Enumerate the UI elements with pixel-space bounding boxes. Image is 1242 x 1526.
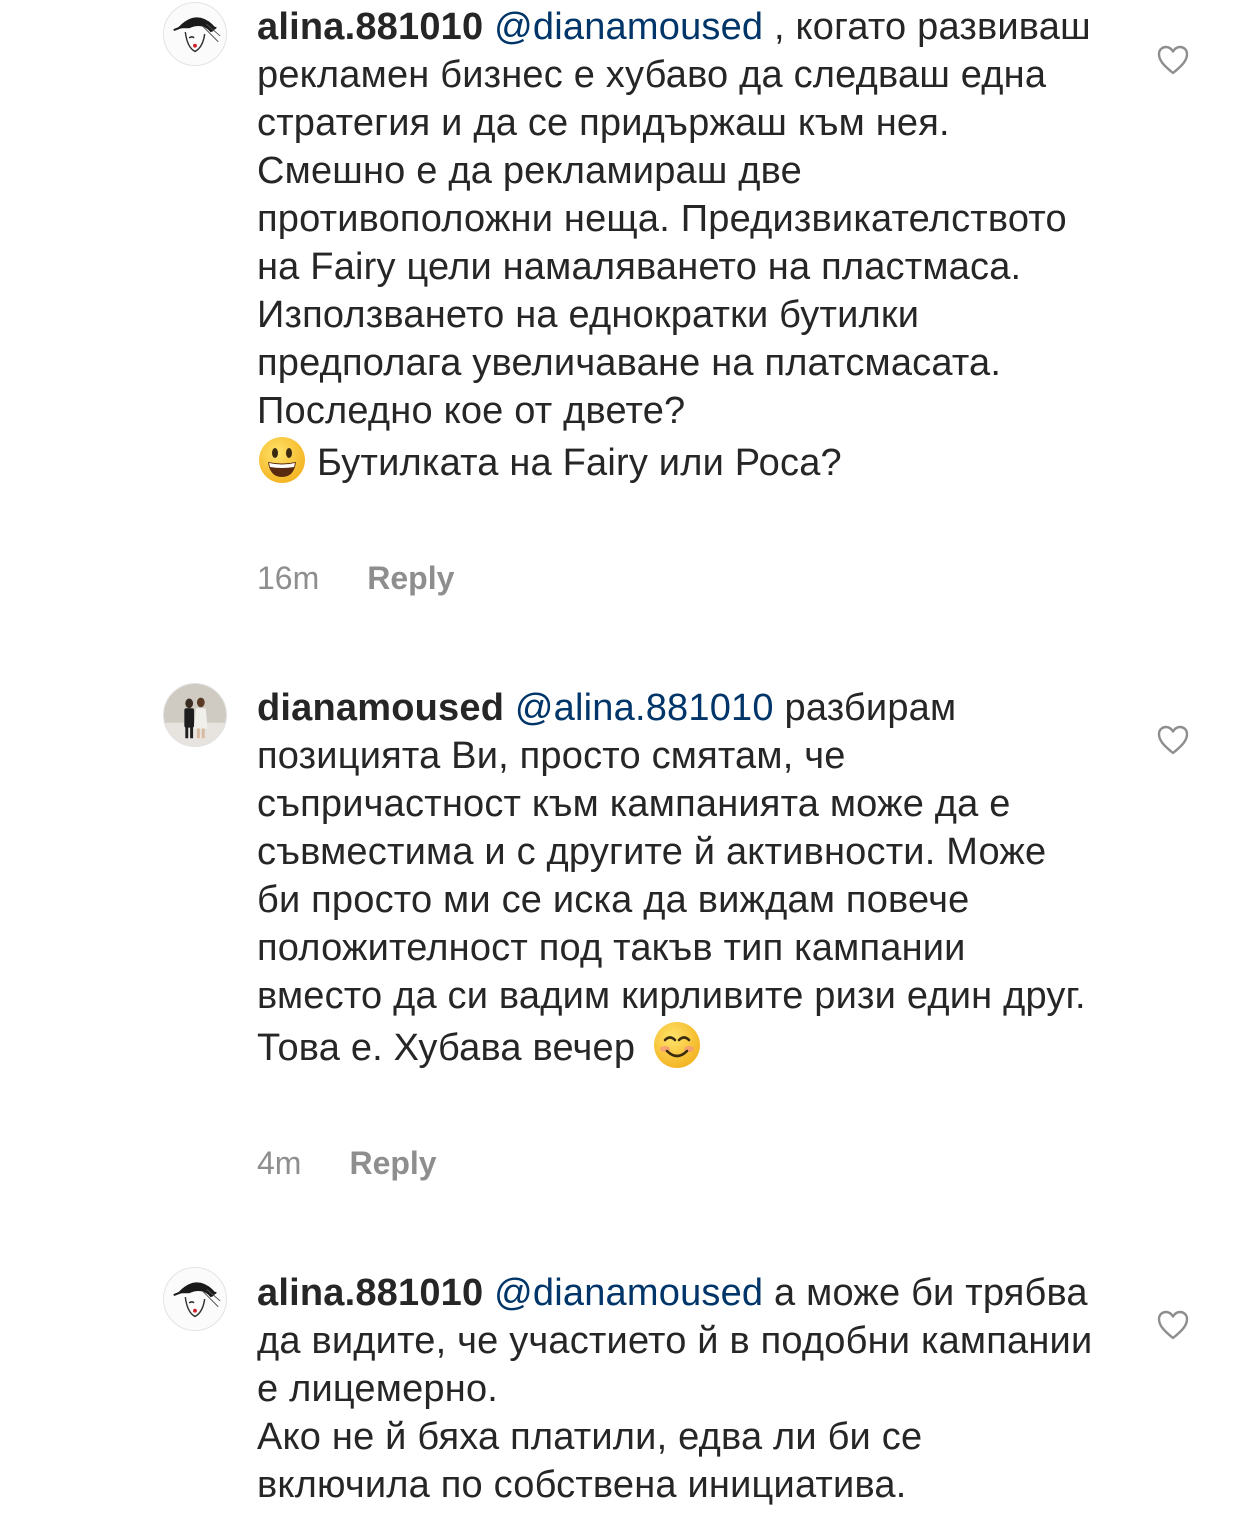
avatar[interactable] xyxy=(163,2,227,66)
grinning-face-emoji-icon xyxy=(257,435,307,485)
smiling-face-emoji-icon xyxy=(652,1020,702,1070)
woman-in-hat-avatar-icon xyxy=(164,3,226,65)
comment-timestamp: 16m xyxy=(257,560,320,596)
comment-mention[interactable]: @dianamoused xyxy=(494,1272,763,1314)
comment-body: , когато развиваш рекламен бизнес е хуба… xyxy=(257,6,1091,432)
comment-body: разбирам позицията Ви, просто смятам, че… xyxy=(257,687,1086,1069)
comment-username[interactable]: dianamoused xyxy=(257,687,504,729)
avatar[interactable] xyxy=(163,1267,227,1331)
comment-body-end: Бутилката на Fairy или Роса? xyxy=(317,442,842,484)
comment-body-paragraph: Ако не й бяха платили, едва ли би се вкл… xyxy=(257,1416,923,1506)
like-heart-icon[interactable] xyxy=(1156,44,1190,76)
like-heart-icon[interactable] xyxy=(1156,1309,1190,1341)
like-heart-icon[interactable] xyxy=(1156,724,1190,756)
comment-text: dianamoused @alina.881010 разбирам позиц… xyxy=(257,684,1097,1072)
avatar[interactable] xyxy=(163,683,227,747)
comment-text: alina.881010 @dianamoused , когато разви… xyxy=(257,3,1097,487)
comment-username[interactable]: alina.881010 xyxy=(257,6,483,48)
comment-mention[interactable]: @alina.881010 xyxy=(515,687,774,729)
couple-photo-avatar-icon xyxy=(164,684,226,746)
comment-mention[interactable]: @dianamoused xyxy=(494,6,763,48)
comment-text: alina.881010 @dianamoused а може би тряб… xyxy=(257,1269,1097,1509)
comment-meta: 16m Reply xyxy=(257,560,454,597)
reply-button[interactable]: Reply xyxy=(367,560,454,597)
reply-button[interactable]: Reply xyxy=(349,1145,436,1182)
comment-timestamp: 4m xyxy=(257,1145,302,1181)
woman-in-hat-avatar-icon xyxy=(164,1268,226,1330)
comment-username[interactable]: alina.881010 xyxy=(257,1272,483,1314)
comment-meta: 4m Reply xyxy=(257,1145,437,1182)
